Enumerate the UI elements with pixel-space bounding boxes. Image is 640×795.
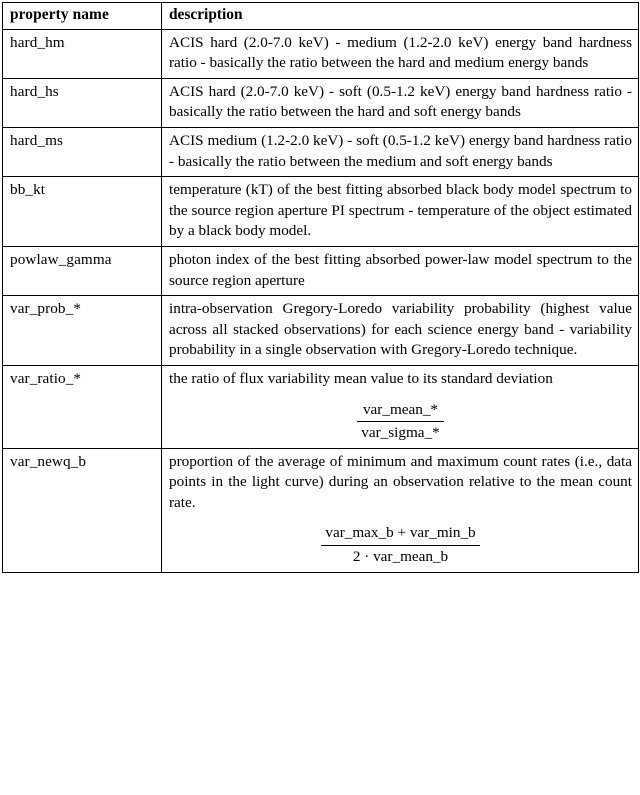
cell-description: photon index of the best fitting absorbe… (161, 245, 639, 297)
table-row: hard_hs ACIS hard (2.0-7.0 keV) - soft (… (2, 77, 639, 128)
cell-description: the ratio of flux variability mean value… (161, 364, 639, 449)
table-row: hard_ms ACIS medium (1.2-2.0 keV) - soft… (2, 126, 639, 178)
formula-fraction: var_mean_* var_sigma_* (169, 400, 632, 444)
column-header-description: description (161, 2, 639, 30)
table-body: hard_hm ACIS hard (2.0-7.0 keV) - medium… (2, 28, 639, 573)
table-row: var_ratio_* the ratio of flux variabilit… (2, 364, 639, 449)
formula-fraction: var_max_b + var_min_b 2 · var_mean_b (169, 523, 632, 567)
cell-description: proportion of the average of minimum and… (161, 447, 639, 573)
property-description-table-container: property name description hard_hm ACIS h… (2, 2, 639, 573)
table-header-row: property name description (2, 2, 639, 30)
table-row: var_prob_* intra-observation Gregory-Lor… (2, 295, 639, 366)
cell-description: ACIS hard (2.0-7.0 keV) - medium (1.2-2.… (161, 28, 639, 79)
description-text: ACIS hard (2.0-7.0 keV) - medium (1.2-2.… (169, 33, 632, 72)
cell-property-name: hard_hs (2, 77, 162, 128)
cell-property-name: bb_kt (2, 176, 162, 247)
cell-description: ACIS hard (2.0-7.0 keV) - soft (0.5-1.2 … (161, 77, 639, 128)
table-row: powlaw_gamma photon index of the best fi… (2, 245, 639, 297)
cell-description: ACIS medium (1.2-2.0 keV) - soft (0.5-1.… (161, 126, 639, 178)
description-text: temperature (kT) of the best fitting abs… (169, 181, 632, 240)
cell-property-name: hard_hm (2, 28, 162, 79)
description-text: ACIS hard (2.0-7.0 keV) - soft (0.5-1.2 … (169, 82, 632, 121)
cell-property-name: var_ratio_* (2, 364, 162, 449)
cell-property-name: var_prob_* (2, 295, 162, 366)
cell-description: temperature (kT) of the best fitting abs… (161, 176, 639, 247)
cell-property-name: hard_ms (2, 126, 162, 178)
cell-description: intra-observation Gregory-Loredo variabi… (161, 295, 639, 366)
description-text: intra-observation Gregory-Loredo variabi… (169, 300, 632, 359)
description-text: ACIS medium (1.2-2.0 keV) - soft (0.5-1.… (169, 131, 632, 170)
description-text: photon index of the best fitting absorbe… (169, 250, 632, 289)
property-description-table: property name description hard_hm ACIS h… (2, 2, 639, 573)
fraction-numerator: var_max_b + var_min_b (321, 523, 480, 547)
table-row: hard_hm ACIS hard (2.0-7.0 keV) - medium… (2, 28, 639, 79)
table-row: bb_kt temperature (kT) of the best fitti… (2, 176, 639, 247)
column-header-property-name: property name (2, 2, 162, 30)
fraction-denominator: var_sigma_* (361, 424, 440, 442)
description-text: proportion of the average of minimum and… (169, 452, 632, 511)
cell-property-name: var_newq_b (2, 447, 162, 573)
table-row: var_newq_b proportion of the average of … (2, 447, 639, 573)
cell-property-name: powlaw_gamma (2, 245, 162, 297)
table-header: property name description (2, 2, 639, 30)
fraction-numerator: var_mean_* (357, 400, 444, 423)
description-text: the ratio of flux variability mean value… (169, 369, 553, 387)
fraction-denominator: 2 · var_mean_b (352, 548, 449, 566)
